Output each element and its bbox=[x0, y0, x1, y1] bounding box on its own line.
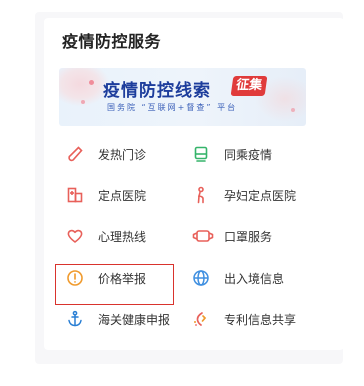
service-maternity-hospital[interactable]: 孕妇定点医院 bbox=[192, 183, 296, 207]
service-label: 出入境信息 bbox=[224, 271, 285, 286]
banner-main-text: 疫情防控线索 bbox=[103, 81, 211, 101]
service-customs-declaration[interactable]: 海关健康申报 bbox=[66, 307, 170, 331]
service-label: 发热门诊 bbox=[98, 147, 147, 162]
patent-icon bbox=[192, 310, 210, 328]
mask-icon bbox=[192, 227, 214, 245]
banner-dot bbox=[291, 108, 295, 112]
service-label: 同乘疫情 bbox=[224, 147, 273, 162]
service-label: 心理热线 bbox=[98, 229, 147, 244]
pregnant-woman-icon bbox=[192, 186, 210, 204]
page-background: 疫情防控服务 疫情防控线索 征集 国务院 “互联网+督查” 平台 发热门诊 同乘… bbox=[0, 0, 364, 386]
service-label: 口罩服务 bbox=[224, 229, 273, 244]
clue-collection-banner[interactable]: 疫情防控线索 征集 国务院 “互联网+督查” 平台 bbox=[59, 68, 306, 126]
service-fever-clinic[interactable]: 发热门诊 bbox=[66, 142, 146, 166]
service-same-trip[interactable]: 同乘疫情 bbox=[192, 142, 272, 166]
train-icon bbox=[192, 145, 210, 163]
heart-icon bbox=[66, 227, 84, 245]
section-title: 疫情防控服务 bbox=[62, 32, 162, 51]
banner-badge: 征集 bbox=[230, 76, 268, 96]
banner-subtitle: 国务院 “互联网+督查” 平台 bbox=[107, 103, 238, 112]
service-psych-hotline[interactable]: 心理热线 bbox=[66, 224, 146, 248]
globe-icon bbox=[192, 269, 210, 287]
service-label: 专利信息共享 bbox=[224, 312, 297, 327]
service-label: 定点医院 bbox=[98, 188, 147, 203]
service-label: 海关健康申报 bbox=[98, 312, 171, 327]
hospital-icon bbox=[66, 186, 84, 204]
banner-dot bbox=[81, 100, 85, 104]
service-patent-sharing[interactable]: 专利信息共享 bbox=[192, 307, 296, 331]
service-entry-exit[interactable]: 出入境信息 bbox=[192, 266, 284, 290]
thermometer-icon bbox=[66, 145, 84, 163]
service-designated-hospital[interactable]: 定点医院 bbox=[66, 183, 146, 207]
price-report-highlight-box bbox=[55, 264, 174, 305]
services-card: 疫情防控服务 疫情防控线索 征集 国务院 “互联网+督查” 平台 发热门诊 同乘… bbox=[44, 18, 344, 350]
banner-dot bbox=[89, 80, 94, 85]
service-label: 孕妇定点医院 bbox=[224, 188, 297, 203]
anchor-icon bbox=[66, 310, 84, 328]
service-mask[interactable]: 口罩服务 bbox=[192, 224, 272, 248]
